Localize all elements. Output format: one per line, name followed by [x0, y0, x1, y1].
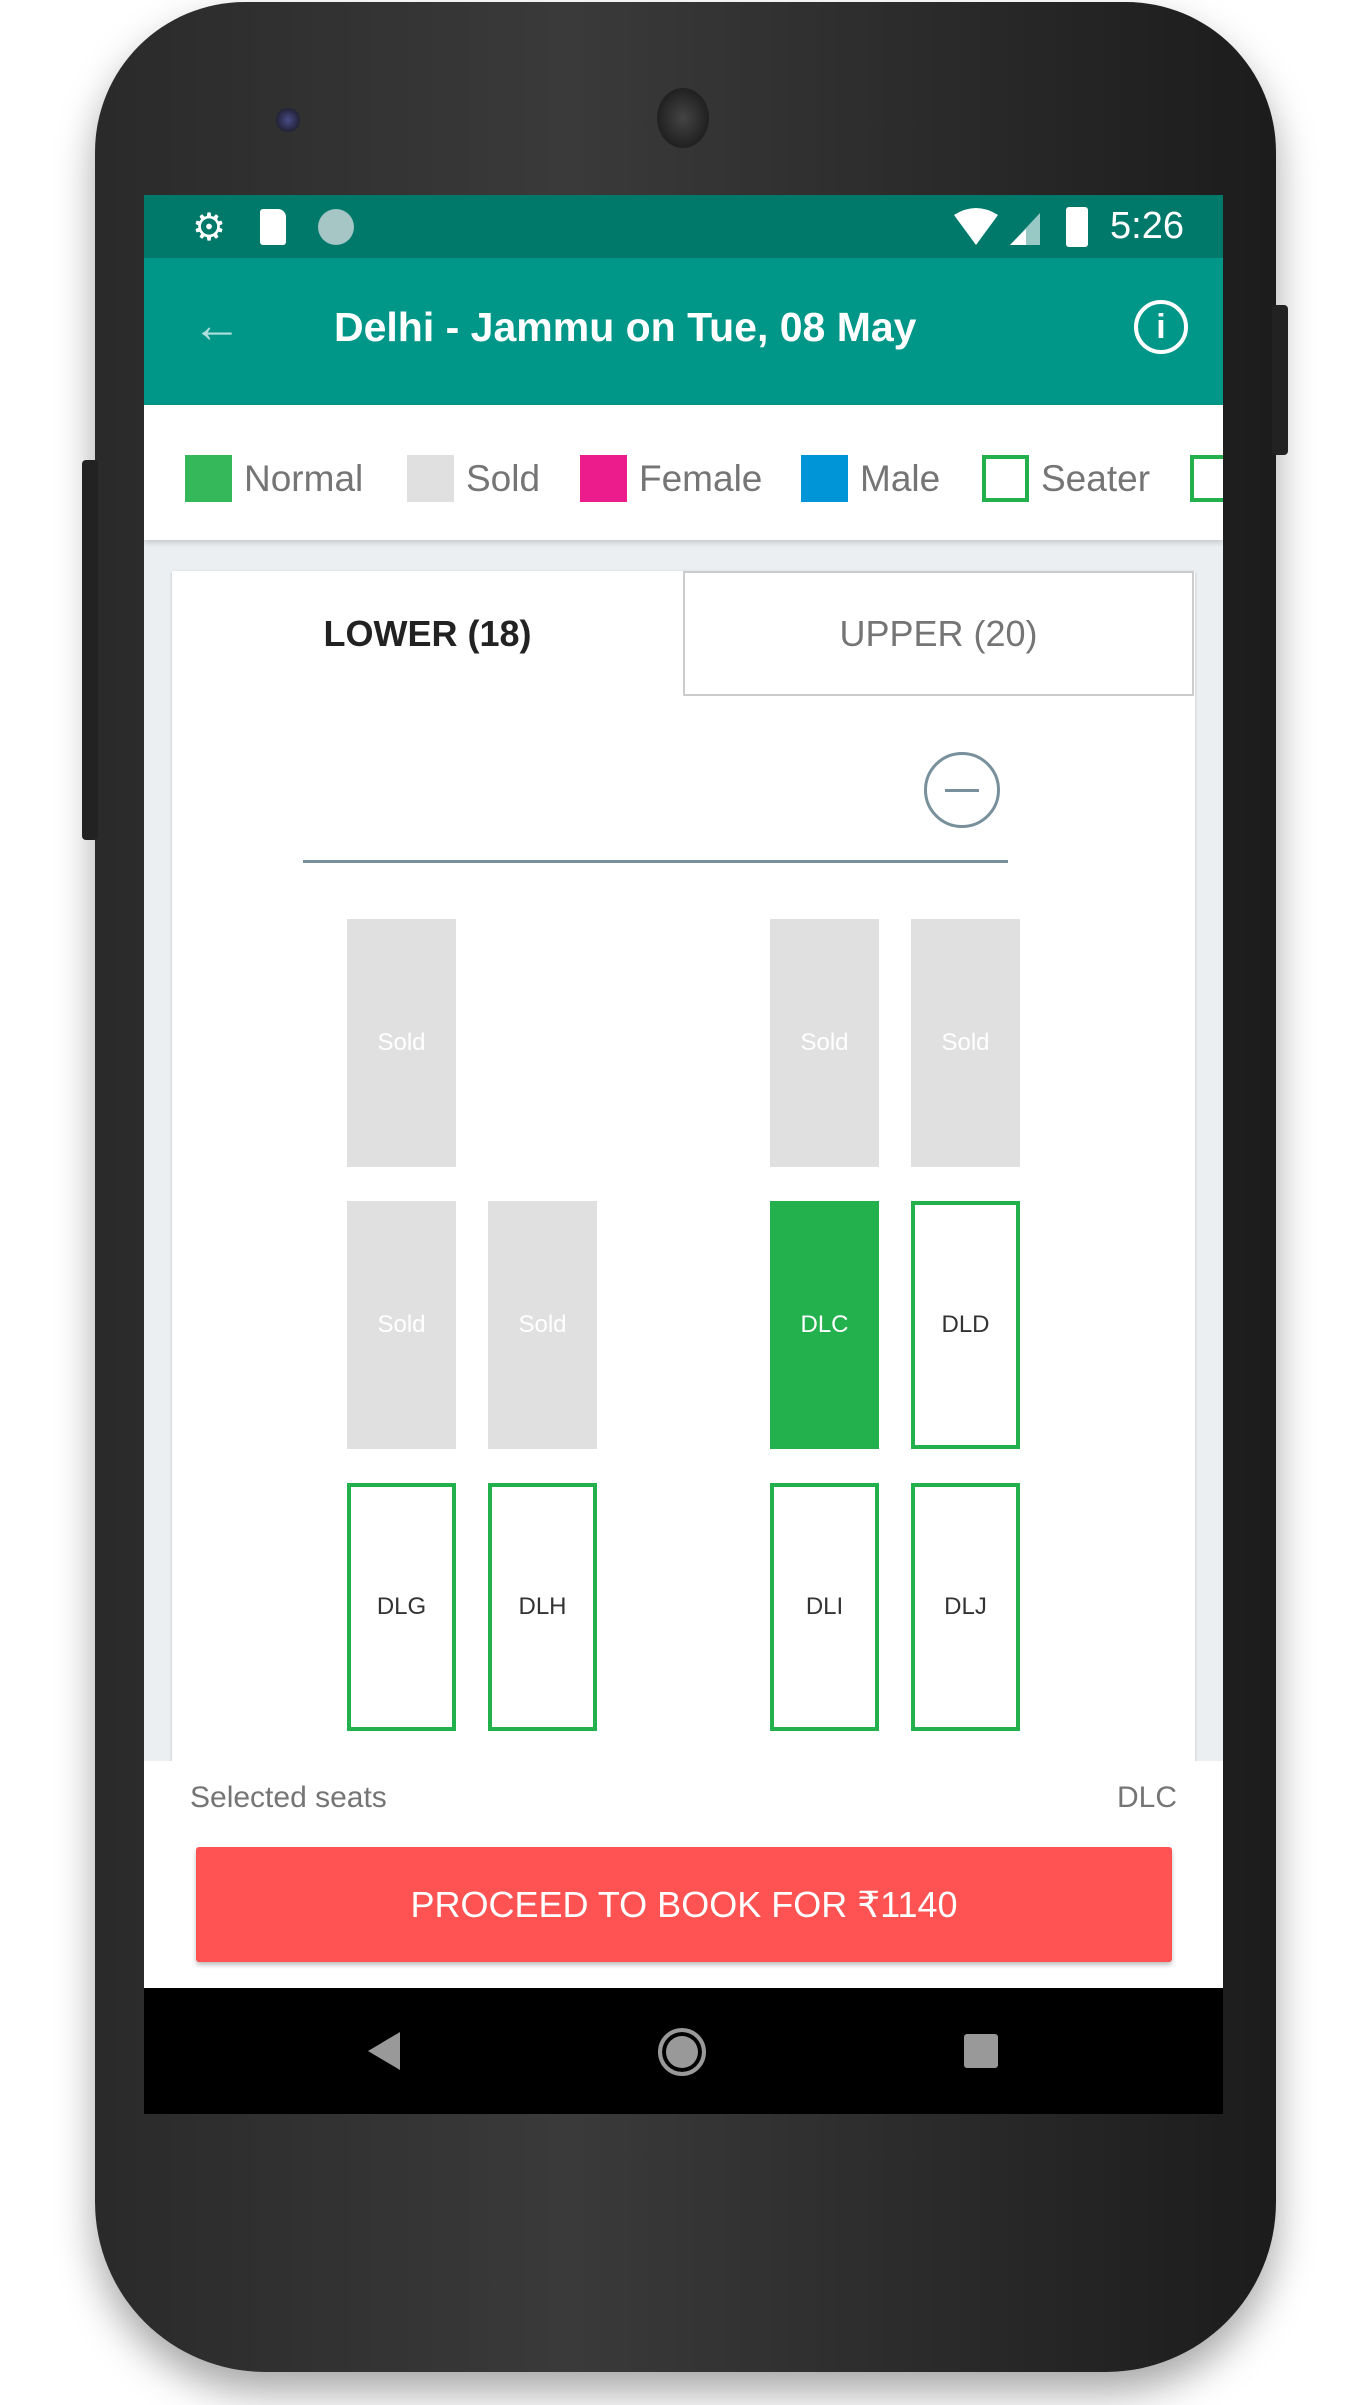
- seat-sold: Sold: [770, 919, 879, 1167]
- legend-normal: Normal: [185, 455, 363, 502]
- speaker: [657, 88, 709, 148]
- legend-sold: Sold: [407, 455, 540, 502]
- proceed-to-book-button[interactable]: PROCEED TO BOOK FOR ₹1140: [196, 1847, 1172, 1962]
- wifi-icon: [954, 208, 1040, 245]
- power-button: [1272, 305, 1288, 455]
- legend-female: Female: [580, 455, 762, 502]
- seat-dld[interactable]: DLD: [911, 1201, 1020, 1449]
- seat-dlg[interactable]: DLG: [347, 1483, 456, 1731]
- front-camera: [276, 108, 300, 132]
- back-arrow-icon[interactable]: ←: [192, 296, 242, 354]
- seat-dlj[interactable]: DLJ: [911, 1483, 1020, 1731]
- seat-sold: Sold: [347, 1201, 456, 1449]
- legend-seater: Seater: [982, 455, 1150, 502]
- navigation-bar: [144, 1988, 1223, 2114]
- sync-icon: [318, 209, 354, 245]
- status-bar: ⚙ 5:26: [144, 195, 1223, 258]
- seat-sold: Sold: [911, 919, 1020, 1167]
- screen: ⚙ 5:26 ← Delhi - Jammu on Tue, 08 May i …: [144, 195, 1223, 2114]
- selected-seats-label: Selected seats: [190, 1781, 387, 1814]
- info-icon[interactable]: i: [1134, 300, 1188, 354]
- tab-upper[interactable]: UPPER (20): [683, 571, 1194, 696]
- legend-male: Male: [801, 455, 940, 502]
- tab-lower[interactable]: LOWER (18): [172, 571, 683, 696]
- legend-sleeper: [1190, 455, 1223, 502]
- battery-charging-icon: [1066, 207, 1088, 247]
- app-bar: ← Delhi - Jammu on Tue, 08 May i: [144, 258, 1223, 405]
- selected-seats-value: DLC: [1116, 1781, 1177, 1814]
- booking-footer: Selected seats DLC PROCEED TO BOOK FOR ₹…: [144, 1761, 1223, 1988]
- seat-sold: Sold: [488, 1201, 597, 1449]
- gear-icon: ⚙: [192, 207, 227, 249]
- nav-home-icon[interactable]: [658, 2028, 706, 2076]
- clock: 5:26: [1110, 205, 1184, 247]
- page-title: Delhi - Jammu on Tue, 08 May: [334, 304, 917, 350]
- seat-dli[interactable]: DLI: [770, 1483, 879, 1731]
- sd-card-icon: [260, 209, 286, 245]
- seat-dlc[interactable]: DLC: [770, 1201, 879, 1449]
- driver-divider: [303, 860, 1008, 863]
- volume-button: [82, 460, 98, 840]
- seat-dlh[interactable]: DLH: [488, 1483, 597, 1731]
- seat-sold: Sold: [347, 919, 456, 1167]
- nav-back-icon[interactable]: [368, 2032, 402, 2070]
- nav-recents-icon[interactable]: [964, 2034, 998, 2068]
- seat-legend: Normal Sold Female Male Seater: [144, 405, 1223, 540]
- steering-wheel-icon: [924, 752, 1000, 828]
